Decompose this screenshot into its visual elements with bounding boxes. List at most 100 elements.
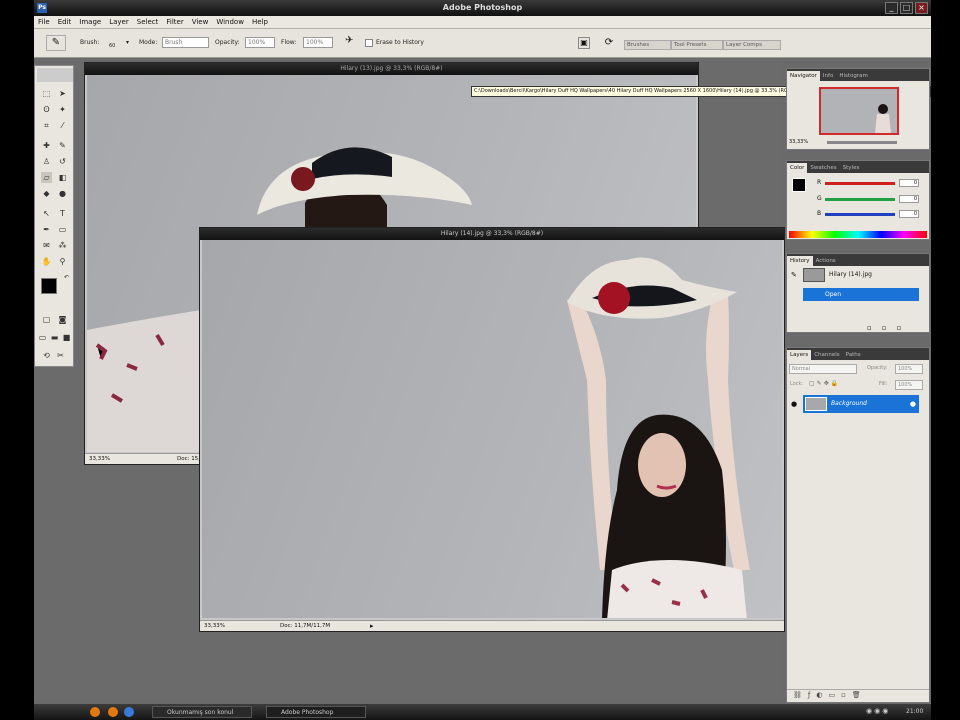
history-footer-buttons-icon[interactable]: ▫▫▫ xyxy=(867,324,911,332)
navigator-zoom-slider[interactable] xyxy=(827,141,897,144)
tab-info[interactable]: Info xyxy=(820,71,836,81)
system-tray-icons[interactable]: ◉◉◉ xyxy=(866,707,890,715)
tab-styles[interactable]: Styles xyxy=(840,163,863,173)
layer-background[interactable]: Background ● xyxy=(803,395,919,413)
navigator-thumbnail[interactable] xyxy=(819,87,899,135)
eyedropper-tool-icon[interactable]: ⁂ xyxy=(57,240,68,251)
ie-quicklaunch-icon[interactable] xyxy=(124,707,134,717)
mode-select[interactable]: Brush xyxy=(162,37,209,48)
color-panel-foreground-swatch[interactable] xyxy=(792,178,806,192)
airbrush-icon[interactable]: ✈ xyxy=(345,35,353,46)
brush-size[interactable]: 60 xyxy=(109,43,115,49)
eraser-tool-icon[interactable]: ▱ xyxy=(41,172,52,183)
channel-g-value[interactable]: 0 xyxy=(899,195,919,203)
tab-histogram[interactable]: Histogram xyxy=(836,71,871,81)
clone-stamp-tool-icon[interactable]: ♙ xyxy=(41,156,52,167)
type-tool-icon[interactable]: T xyxy=(57,208,68,219)
flow-field[interactable]: 100% xyxy=(303,37,333,48)
channel-b-slider[interactable] xyxy=(825,213,895,216)
tab-history[interactable]: History xyxy=(787,256,813,266)
pen-tool-icon[interactable]: ✒ xyxy=(41,224,52,235)
channel-g-slider[interactable] xyxy=(825,198,895,201)
menu-view[interactable]: View xyxy=(188,16,213,29)
zoom-readout-back[interactable]: 33,33% xyxy=(89,454,110,464)
gradient-tool-icon[interactable]: ◧ xyxy=(57,172,68,183)
minimize-icon[interactable]: _ xyxy=(885,2,898,14)
tab-layers[interactable]: Layers xyxy=(787,350,812,360)
standard-mode-icon[interactable]: ▢ xyxy=(41,314,52,325)
tab-paths[interactable]: Paths xyxy=(843,350,864,360)
palette-well-layer-comps[interactable]: Layer Comps xyxy=(723,40,781,50)
brush-tool-icon[interactable]: ✎ xyxy=(57,140,68,151)
maximize-icon[interactable]: □ xyxy=(900,2,913,14)
imageready-icon[interactable]: ✂ xyxy=(55,350,66,361)
tab-actions[interactable]: Actions xyxy=(813,256,839,266)
menu-filter[interactable]: Filter xyxy=(162,16,187,29)
path-selection-tool-icon[interactable]: ↖ xyxy=(41,208,52,219)
quick-mask-mode-icon[interactable]: ◙ xyxy=(57,314,68,325)
history-snapshot-label[interactable]: Hilary (14).jpg xyxy=(829,271,872,278)
color-ramp[interactable] xyxy=(789,231,927,238)
shape-tool-icon[interactable]: ▭ xyxy=(57,224,68,235)
dodge-tool-icon[interactable]: ● xyxy=(57,188,68,199)
move-tool-icon[interactable]: ➤ xyxy=(57,88,68,99)
foreground-color-swatch[interactable] xyxy=(41,278,57,294)
lasso-tool-icon[interactable]: ʘ xyxy=(41,104,52,115)
menu-image[interactable]: Image xyxy=(75,16,105,29)
history-brush-source-icon[interactable]: ✎ xyxy=(791,271,797,279)
status-menu-arrow-icon[interactable]: ▸ xyxy=(370,621,374,631)
zoom-readout-front[interactable]: 33,33% xyxy=(204,621,225,631)
healing-brush-tool-icon[interactable]: ✚ xyxy=(41,140,52,151)
marquee-tool-icon[interactable]: ⬚ xyxy=(41,88,52,99)
file-browser-icon[interactable]: ▣ xyxy=(578,37,590,49)
close-icon[interactable]: × xyxy=(915,2,928,14)
history-brush-tool-icon[interactable]: ↺ xyxy=(57,156,68,167)
canvas-front[interactable] xyxy=(202,240,782,618)
opacity-field[interactable]: 100% xyxy=(245,37,275,48)
document-window-front[interactable]: Hilary (14).jpg @ 33,3% (RGB/8#) 33,33% … xyxy=(199,227,785,632)
tab-channels[interactable]: Channels xyxy=(811,350,842,360)
layers-footer-buttons-icon[interactable]: ⛓ƒ◐▭▫🗑 xyxy=(793,691,867,699)
crop-tool-icon[interactable]: ⌗ xyxy=(41,120,52,131)
menu-file[interactable]: File xyxy=(34,16,54,29)
layer-visibility-eye-icon[interactable]: ● xyxy=(791,400,797,408)
taskbar-item-photoshop[interactable]: Adobe Photoshop xyxy=(266,706,366,718)
menu-help[interactable]: Help xyxy=(248,16,272,29)
layer-opacity-field[interactable]: 100% xyxy=(895,364,923,374)
navigator-zoom-field[interactable]: 33,33% xyxy=(789,139,808,145)
menu-edit[interactable]: Edit xyxy=(54,16,76,29)
channel-r-slider[interactable] xyxy=(825,182,895,185)
zoom-tool-icon[interactable]: ⚲ xyxy=(57,256,68,267)
palette-well-brushes[interactable]: Brushes xyxy=(624,40,671,50)
firefox-quicklaunch-icon[interactable] xyxy=(90,707,100,717)
tab-navigator[interactable]: Navigator xyxy=(787,71,820,81)
notes-tool-icon[interactable]: ✉ xyxy=(41,240,52,251)
tab-color[interactable]: Color xyxy=(787,163,808,173)
lock-options-icon[interactable]: ▢✎✥🔒 xyxy=(809,380,840,387)
eraser-tool-preset-icon[interactable]: ✎ xyxy=(46,35,66,51)
menu-select[interactable]: Select xyxy=(133,16,163,29)
jump-to-imageready-icon[interactable]: ⟲ xyxy=(41,350,52,361)
screen-mode-full-menu-icon[interactable]: ▬ xyxy=(49,332,60,343)
history-snapshot-thumbnail[interactable] xyxy=(803,268,825,282)
screen-mode-full-icon[interactable]: ■ xyxy=(61,332,72,343)
menu-layer[interactable]: Layer xyxy=(105,16,133,29)
channel-b-value[interactable]: 0 xyxy=(899,210,919,218)
blur-tool-icon[interactable]: ◆ xyxy=(41,188,52,199)
blend-mode-select[interactable]: Normal xyxy=(789,364,857,374)
brush-dropdown-icon[interactable]: ▾ xyxy=(126,39,129,46)
tab-swatches[interactable]: Swatches xyxy=(807,163,839,173)
slice-tool-icon[interactable]: ⁄ xyxy=(57,120,68,131)
swap-colors-icon[interactable]: ↶ xyxy=(61,272,72,283)
channel-r-value[interactable]: 0 xyxy=(899,179,919,187)
browser-quicklaunch-icon[interactable] xyxy=(108,707,118,717)
erase-to-history-checkbox[interactable] xyxy=(365,39,373,47)
history-item-open[interactable]: Open xyxy=(803,288,919,301)
screen-mode-standard-icon[interactable]: ▭ xyxy=(37,332,48,343)
palette-well-tool-presets[interactable]: Tool Presets xyxy=(671,40,723,50)
magic-wand-tool-icon[interactable]: ✦ xyxy=(57,104,68,115)
hand-tool-icon[interactable]: ✋ xyxy=(41,256,52,267)
fill-field[interactable]: 100% xyxy=(895,380,923,390)
go-to-imageready-icon[interactable]: ⟳ xyxy=(602,37,616,49)
taskbar-item-forum[interactable]: Okunmamış son konul xyxy=(152,706,252,718)
